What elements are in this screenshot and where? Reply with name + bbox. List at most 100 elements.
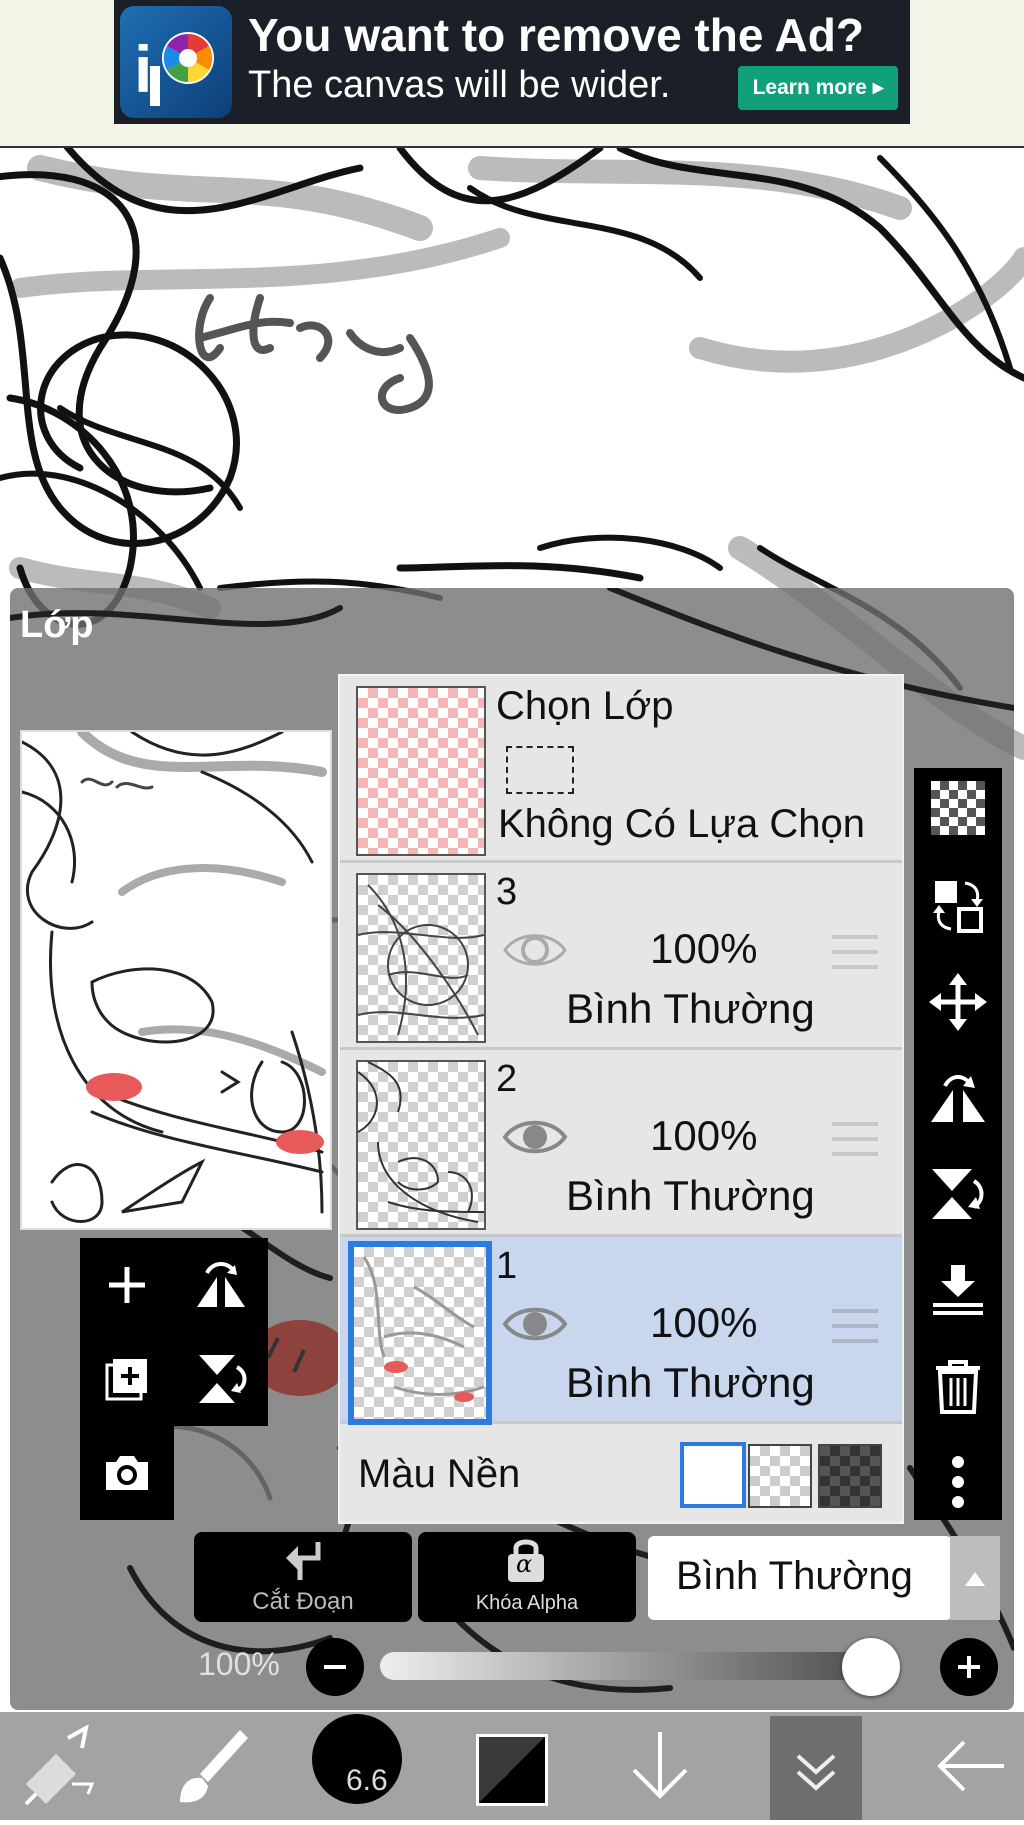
layer-row[interactable]: 2 100% Bình Thường	[340, 1050, 902, 1237]
layer-thumbnail	[348, 1241, 492, 1425]
transform-tool-button[interactable]	[16, 1724, 112, 1808]
flip-horizontal-button[interactable]	[928, 1068, 988, 1128]
layer-list: Chọn Lớp Không Có Lựa Chọn 3 100% Bình T…	[338, 674, 904, 1524]
preview-sketch	[20, 727, 327, 1223]
alpha-lock-label: Khóa Alpha	[475, 1592, 579, 1614]
flip-horizontal-icon	[197, 1262, 245, 1307]
ad-banner[interactable]: i You want to remove the Ad? The canvas …	[114, 0, 910, 124]
opacity-value-label: 100%	[198, 1646, 280, 1682]
layer-number: 2	[496, 1058, 518, 1100]
flip-vertical-button[interactable]	[928, 1164, 988, 1224]
more-icon	[952, 1456, 964, 1508]
ibispaint-logo-icon: i	[120, 6, 232, 118]
delete-layer-button[interactable]	[928, 1356, 988, 1416]
layer-blend-mode: Bình Thường	[566, 985, 815, 1032]
back-button[interactable]	[930, 1726, 1010, 1806]
learn-more-button[interactable]: Learn more ▸	[738, 66, 898, 110]
play-icon: ▸	[872, 76, 884, 99]
flip-layer-horizontal-button[interactable]	[174, 1238, 268, 1332]
layer-blend-mode: Bình Thường	[566, 1172, 815, 1219]
flip-horizontal-icon	[931, 1075, 985, 1122]
layer-opacity: 100%	[650, 1299, 758, 1346]
swap-layer-icon	[933, 881, 983, 933]
layer-row-selected[interactable]: 1 100% Bình Thường	[340, 1237, 902, 1425]
learn-more-label: Learn more	[752, 76, 867, 99]
selection-layer-thumbnail	[356, 686, 486, 856]
bottom-toolbar: 6.6	[0, 1712, 1024, 1820]
layer-actions-toolbar	[914, 768, 1002, 1520]
layer-row[interactable]: 3 100% Bình Thường	[340, 863, 902, 1050]
selection-layer-row[interactable]: Chọn Lớp Không Có Lựa Chọn	[340, 676, 902, 863]
merge-down-button[interactable]	[928, 1260, 988, 1320]
background-color-row: Màu Nền	[340, 1424, 902, 1522]
arrow-down-icon	[632, 1732, 688, 1799]
brush-icon	[180, 1730, 248, 1803]
add-layer-button[interactable]	[80, 1238, 174, 1332]
background-transparent-option[interactable]	[748, 1444, 812, 1508]
svg-text:i: i	[134, 32, 152, 106]
selection-layer-title: Chọn Lớp	[496, 684, 674, 728]
transform-tool-icon	[24, 1724, 95, 1806]
add-layer-icon	[109, 1267, 145, 1303]
minus-icon	[324, 1665, 346, 1669]
drag-handle-icon[interactable]	[832, 933, 878, 971]
opacity-slider-thumb[interactable]	[842, 1638, 900, 1696]
blend-mode-value: Bình Thường	[676, 1554, 913, 1598]
selection-status: Không Có Lựa Chọn	[498, 802, 866, 846]
layer-number: 1	[496, 1245, 518, 1287]
opacity-slider-track[interactable]	[380, 1652, 900, 1680]
selection-marquee-icon	[506, 746, 574, 794]
trash-icon	[936, 1360, 980, 1414]
merge-down-icon	[933, 1265, 983, 1315]
eye-icon[interactable]	[502, 925, 568, 975]
transparent-checker-button[interactable]	[928, 778, 988, 838]
eye-icon[interactable]	[502, 1112, 568, 1162]
transparent-checker-icon	[931, 781, 985, 835]
duplicate-layer-icon	[105, 1359, 147, 1401]
clipping-icon	[286, 1542, 321, 1580]
blend-mode-select[interactable]: Bình Thường	[648, 1536, 952, 1620]
layer-number: 3	[496, 871, 518, 913]
layer-blend-mode: Bình Thường	[566, 1359, 815, 1406]
flip-layer-vertical-button[interactable]	[174, 1332, 268, 1426]
layer-opacity: 100%	[650, 925, 758, 972]
background-white-option[interactable]	[680, 1442, 746, 1508]
more-options-button[interactable]	[928, 1452, 988, 1512]
drag-handle-icon[interactable]	[832, 1307, 878, 1345]
ad-headline: You want to remove the Ad?	[248, 9, 864, 61]
brush-size-button[interactable]: 6.6	[312, 1714, 402, 1804]
opacity-decrease-button[interactable]	[306, 1638, 364, 1696]
camera-layer-button[interactable]	[80, 1426, 174, 1520]
layer-thumbnail	[356, 1060, 486, 1230]
brush-tool-button[interactable]	[160, 1724, 256, 1808]
layer-opacity: 100%	[650, 1112, 758, 1159]
flip-vertical-icon	[199, 1355, 247, 1403]
flip-vertical-icon	[932, 1169, 984, 1219]
duplicate-layer-button[interactable]	[80, 1332, 174, 1426]
move-icon	[929, 973, 987, 1031]
clipping-button[interactable]: Cắt Đoạn	[194, 1532, 412, 1622]
eye-icon[interactable]	[502, 1299, 568, 1349]
ad-subline: The canvas will be wider.	[248, 64, 671, 106]
color-swatch[interactable]	[476, 1734, 548, 1806]
opacity-increase-button[interactable]	[940, 1638, 998, 1696]
background-dark-option[interactable]	[818, 1444, 882, 1508]
clipping-label: Cắt Đoạn	[252, 1588, 354, 1615]
arrow-down-button[interactable]	[620, 1726, 700, 1806]
swap-layer-button[interactable]	[928, 876, 988, 936]
layer-thumbnail	[356, 873, 486, 1043]
collapse-icon	[796, 1754, 836, 1791]
collapse-panel-button[interactable]	[770, 1716, 862, 1820]
panel-title: Lớp	[20, 604, 94, 646]
chevron-up-icon	[965, 1572, 985, 1586]
drag-handle-icon[interactable]	[832, 1120, 878, 1158]
brush-size-value: 6.6	[346, 1764, 388, 1797]
move-layer-button[interactable]	[928, 972, 988, 1032]
blend-mode-dropdown-arrow[interactable]	[950, 1536, 1000, 1620]
plus-icon	[958, 1656, 980, 1678]
canvas-preview-thumbnail[interactable]	[20, 727, 332, 1230]
camera-icon	[106, 1456, 148, 1490]
alpha-symbol: α	[516, 1550, 533, 1578]
back-arrow-icon	[937, 1740, 1004, 1792]
alpha-lock-button[interactable]: α Khóa Alpha	[418, 1532, 636, 1622]
